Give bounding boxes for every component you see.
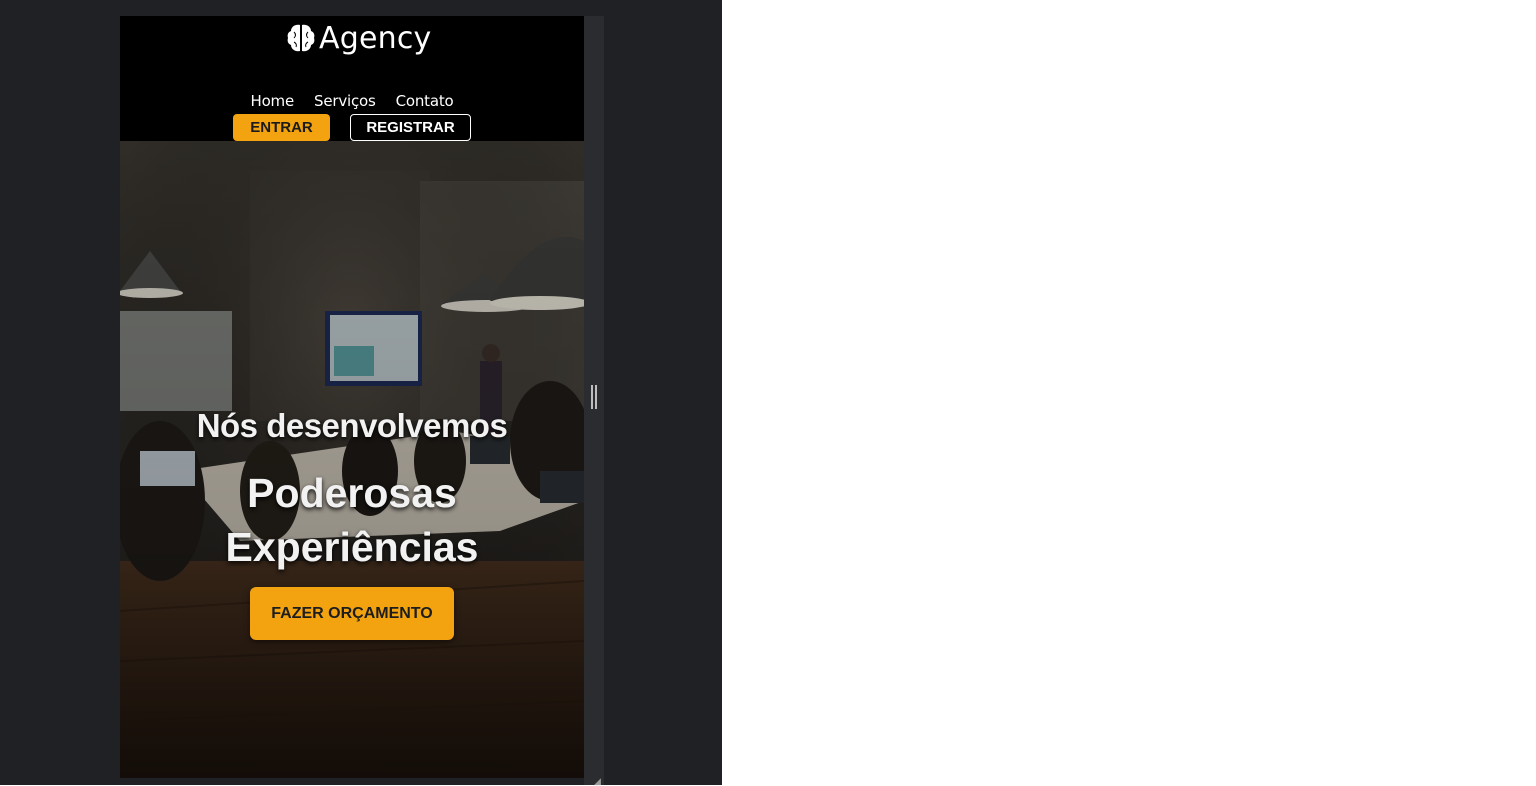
site-header: Agency Home Serviços Contato ENTRAR REGI… <box>120 16 584 141</box>
nav-servicos[interactable]: Serviços <box>314 92 376 110</box>
request-quote-button[interactable]: FAZER ORÇAMENTO <box>250 587 454 640</box>
nav-home[interactable]: Home <box>251 92 295 110</box>
main-nav: Home Serviços Contato <box>120 92 584 110</box>
hero-section: Nós desenvolvemos Poderosas Experiências… <box>120 141 584 778</box>
hero-heading-line-1: Poderosas <box>247 470 457 516</box>
hero-heading: Poderosas Experiências <box>120 466 584 574</box>
login-button[interactable]: ENTRAR <box>233 114 330 141</box>
resize-handle[interactable] <box>591 385 597 409</box>
hero-background-image <box>120 141 584 778</box>
hero-heading-line-2: Experiências <box>225 524 479 570</box>
register-button[interactable]: REGISTRAR <box>350 114 471 141</box>
logo-text: Agency <box>319 20 432 56</box>
brain-icon <box>287 24 315 52</box>
logo[interactable]: Agency <box>285 20 431 56</box>
hero-subheading: Nós desenvolvemos <box>196 407 508 444</box>
device-viewport: Agency Home Serviços Contato ENTRAR REGI… <box>120 16 584 778</box>
nav-contato[interactable]: Contato <box>396 92 454 110</box>
corner-resize-icon[interactable]: ◢ <box>594 777 602 786</box>
